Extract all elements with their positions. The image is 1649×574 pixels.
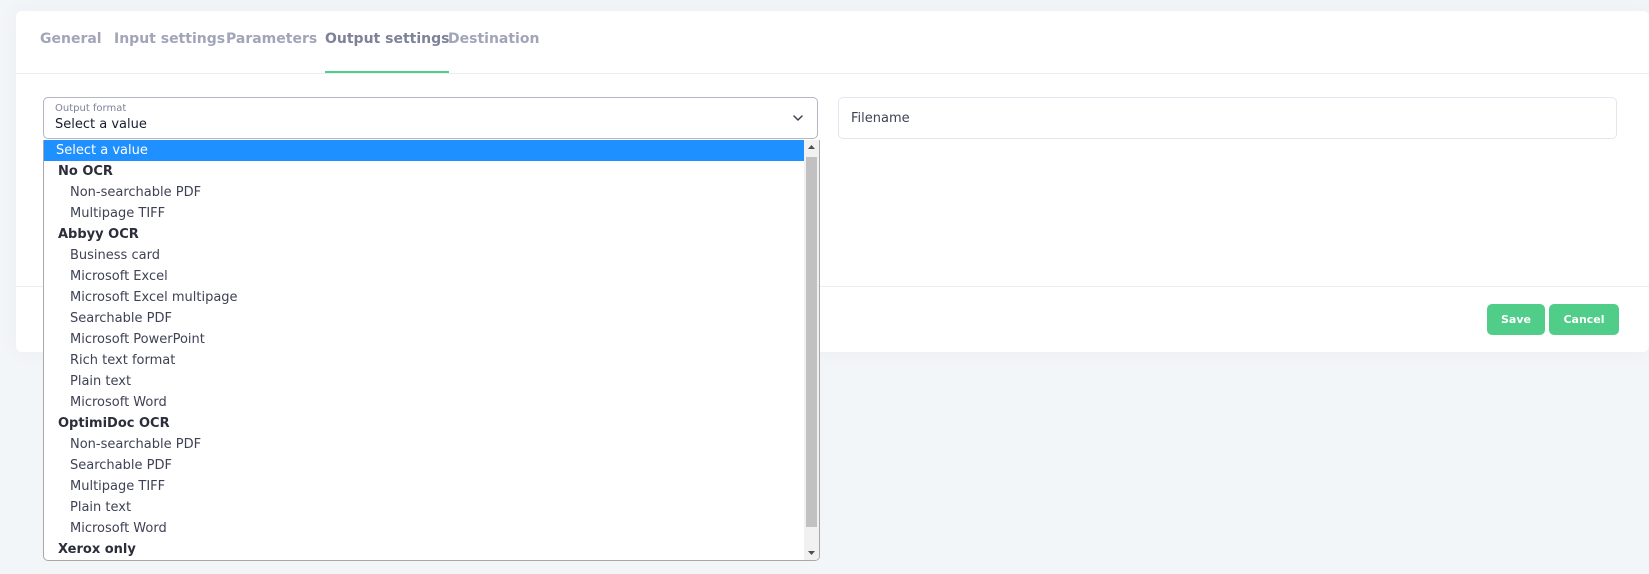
cancel-button[interactable]: Cancel: [1549, 304, 1619, 335]
dropdown-option[interactable]: Plain text: [44, 497, 806, 518]
dropdown-option[interactable]: Microsoft Excel multipage: [44, 287, 806, 308]
dropdown-option[interactable]: Non-searchable PDF: [44, 434, 806, 455]
dropdown-option[interactable]: Searchable PDF: [44, 308, 806, 329]
dropdown-group-header: No OCR: [58, 164, 113, 179]
dropdown-option[interactable]: Rich text format: [44, 350, 806, 371]
filename-input[interactable]: Filename: [838, 97, 1617, 139]
filename-placeholder: Filename: [851, 111, 910, 126]
dropdown-option[interactable]: Microsoft Excel: [44, 266, 806, 287]
dropdown-group-header: Abbyy OCR: [58, 227, 139, 242]
tab-input-settings[interactable]: Input settings: [114, 31, 225, 73]
scroll-thumb[interactable]: [806, 157, 817, 527]
dropdown-option[interactable]: Microsoft Word: [44, 392, 806, 413]
dropdown-scrollbar[interactable]: [804, 140, 819, 560]
output-format-label: Output format: [55, 103, 127, 114]
tab-destination[interactable]: Destination: [448, 31, 539, 73]
dropdown-option[interactable]: Microsoft Word: [44, 518, 806, 539]
save-button[interactable]: Save: [1487, 304, 1545, 335]
tab-bar: General Input settings Parameters Output…: [16, 11, 1649, 74]
output-format-select[interactable]: Output format Select a value: [43, 97, 818, 139]
scroll-up-icon[interactable]: [804, 140, 819, 155]
dropdown-option[interactable]: Microsoft PowerPoint: [44, 329, 806, 350]
output-format-value: Select a value: [55, 117, 147, 132]
dropdown-group-header: Xerox only: [58, 542, 136, 557]
dropdown-option[interactable]: Plain text: [44, 371, 806, 392]
dropdown-option[interactable]: Select a value: [44, 140, 806, 161]
dropdown-option[interactable]: Non-searchable PDF: [44, 182, 806, 203]
dropdown-group-header: OptimiDoc OCR: [58, 416, 170, 431]
dropdown-option[interactable]: Multipage TIFF: [44, 203, 806, 224]
dropdown-list: Select a value No OCR Non-searchable PDF Mu…: [44, 140, 806, 560]
tab-output-settings[interactable]: Output settings: [325, 31, 450, 73]
chevron-down-icon: [793, 115, 803, 121]
dropdown-option[interactable]: Multipage TIFF: [44, 476, 806, 497]
scroll-down-icon[interactable]: [804, 545, 819, 560]
tab-parameters[interactable]: Parameters: [226, 31, 317, 73]
tab-general[interactable]: General: [40, 31, 102, 73]
dropdown-option[interactable]: Business card: [44, 245, 806, 266]
dropdown-option[interactable]: Searchable PDF: [44, 455, 806, 476]
output-format-dropdown[interactable]: Select a value No OCR Non-searchable PDF Mu…: [43, 140, 820, 561]
